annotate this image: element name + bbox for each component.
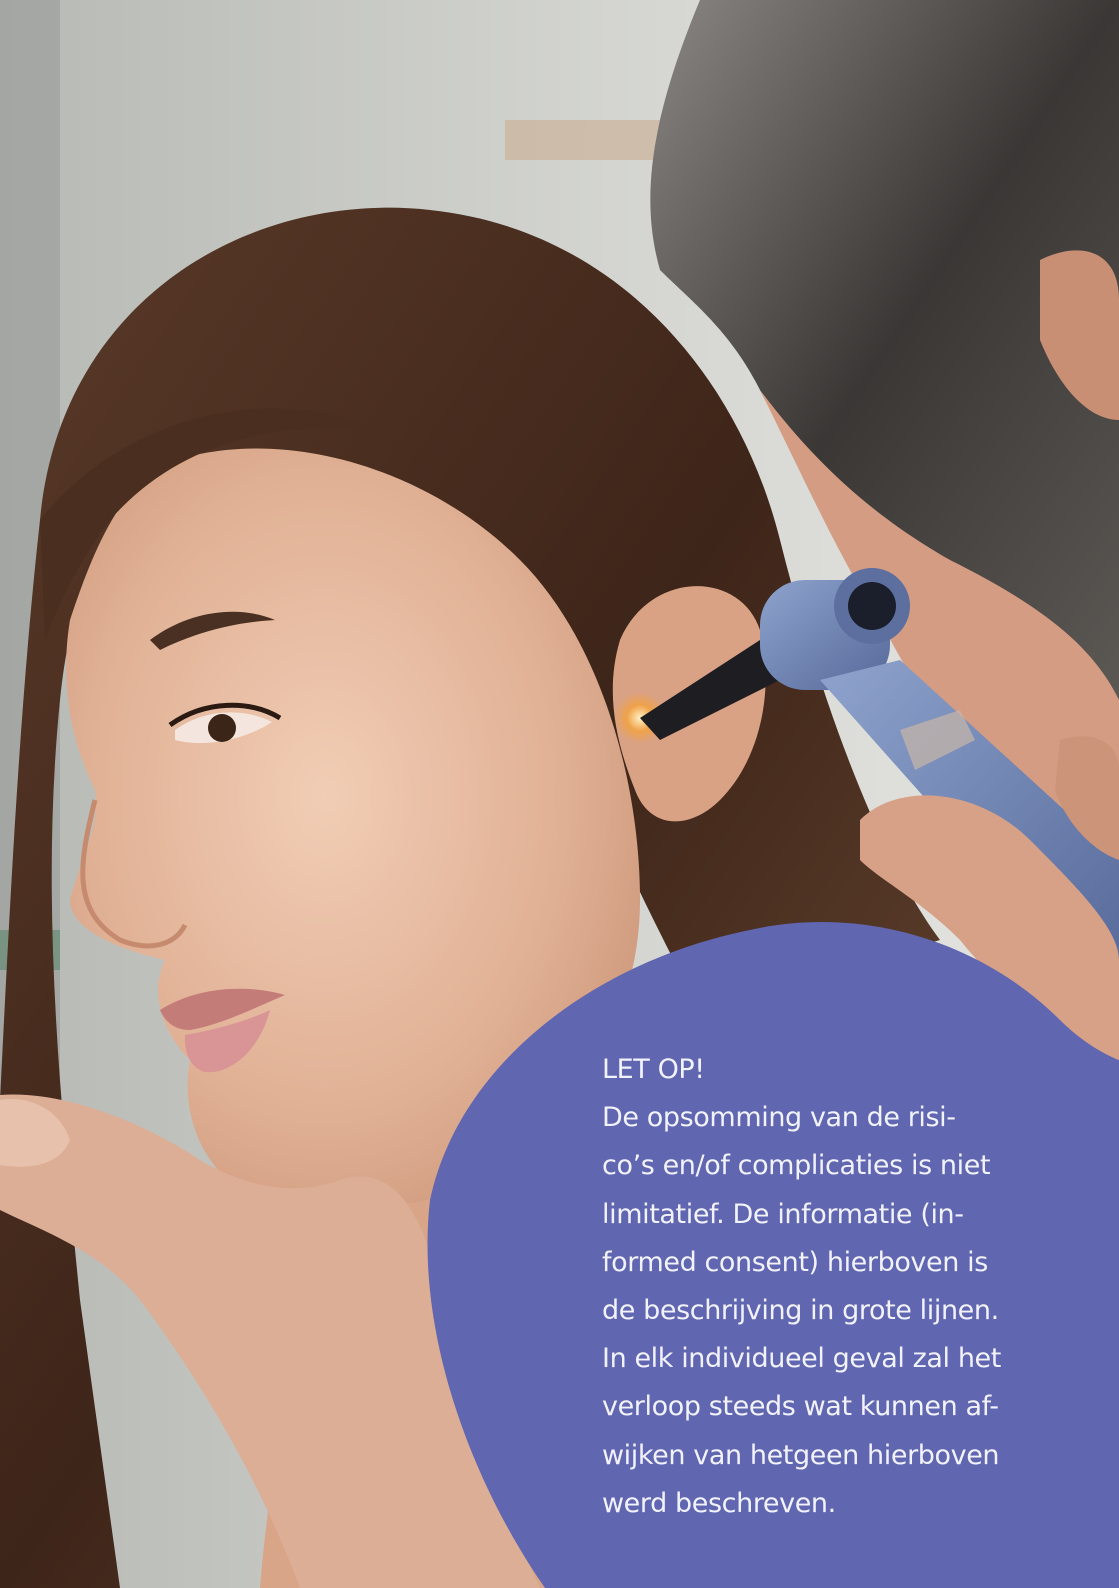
notice-line: de beschrijving in grote lijnen. (602, 1295, 999, 1327)
notice-line: In elk individueel geval zal het (602, 1343, 1001, 1375)
notice-line: werd beschreven. (602, 1487, 836, 1519)
notice-heading: LET OP! (602, 1054, 705, 1085)
notice-text-block: LET OP! De opsomming van de risi- co’s e… (602, 1046, 1032, 1528)
notice-line: formed consent) hierboven is (602, 1246, 988, 1278)
notice-line: wijken van hetgeen hierboven (602, 1439, 1000, 1471)
notice-line: limitatief. De informatie (in- (602, 1198, 964, 1230)
notice-line: verloop steeds wat kunnen af- (602, 1391, 999, 1423)
notice-line: co’s en/of complicaties is niet (602, 1150, 991, 1182)
notice-line: De opsomming van de risi- (602, 1102, 956, 1134)
